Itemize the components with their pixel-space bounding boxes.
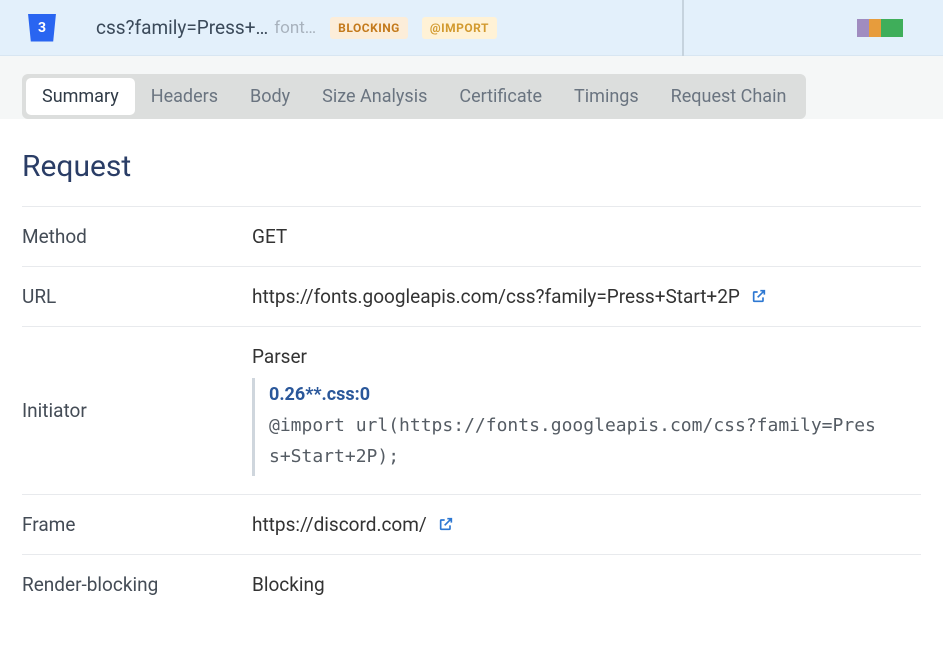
request-header-bar: 3 css?family=Press+… font… BLOCKING @IMP…: [0, 0, 943, 56]
row-frame: Frame https://discord.com/: [22, 495, 921, 555]
initiator-code: @import url(https://fonts.googleapis.com…: [269, 411, 879, 472]
row-initiator: Initiator Parser 0.26**.css:0 @import ur…: [22, 327, 921, 495]
value-frame: https://discord.com/: [252, 513, 427, 536]
label-url: URL: [22, 267, 252, 327]
label-frame: Frame: [22, 495, 252, 555]
file-name: css?family=Press+…: [96, 16, 268, 39]
tab-headers[interactable]: Headers: [135, 78, 234, 115]
summary-panel: Request Method GET URL https://fonts.goo…: [0, 119, 943, 614]
request-properties-table: Method GET URL https://fonts.googleapis.…: [22, 206, 921, 614]
label-method: Method: [22, 207, 252, 267]
tabs-container: Summary Headers Body Size Analysis Certi…: [0, 56, 943, 119]
badge-blocking: BLOCKING: [330, 17, 408, 39]
initiator-block: Parser 0.26**.css:0 @import url(https://…: [252, 345, 921, 476]
timing-segment-download: [881, 19, 903, 37]
timing-segment-connect: [869, 19, 881, 37]
tab-size-analysis[interactable]: Size Analysis: [306, 78, 443, 115]
initiator-source-link[interactable]: 0.26**.css:0: [269, 384, 370, 405]
tab-summary[interactable]: Summary: [26, 78, 135, 115]
external-link-icon[interactable]: [438, 516, 454, 532]
tabs: Summary Headers Body Size Analysis Certi…: [22, 74, 806, 119]
value-method: GET: [252, 207, 921, 267]
label-render-blocking: Render-blocking: [22, 555, 252, 615]
domain-hint: font…: [274, 18, 316, 38]
tab-timings[interactable]: Timings: [558, 78, 655, 115]
badge-import: @IMPORT: [422, 17, 497, 39]
value-render-blocking: Blocking: [252, 555, 921, 615]
section-title-request: Request: [22, 149, 921, 184]
value-url: https://fonts.googleapis.com/css?family=…: [252, 285, 740, 308]
label-initiator: Initiator: [22, 327, 252, 495]
initiator-type: Parser: [252, 345, 921, 368]
initiator-code-block: 0.26**.css:0 @import url(https://fonts.g…: [252, 378, 921, 476]
row-method: Method GET: [22, 207, 921, 267]
row-render-blocking: Render-blocking Blocking: [22, 555, 921, 615]
css-file-icon: 3: [28, 14, 56, 42]
timeline-marker: [682, 0, 684, 56]
css-icon-label: 3: [38, 20, 46, 36]
tab-request-chain[interactable]: Request Chain: [655, 78, 803, 115]
tab-certificate[interactable]: Certificate: [443, 78, 558, 115]
external-link-icon[interactable]: [751, 288, 767, 304]
row-url: URL https://fonts.googleapis.com/css?fam…: [22, 267, 921, 327]
timing-waterfall: [857, 18, 923, 38]
tab-body[interactable]: Body: [234, 78, 306, 115]
timing-segment-dns: [857, 19, 869, 37]
